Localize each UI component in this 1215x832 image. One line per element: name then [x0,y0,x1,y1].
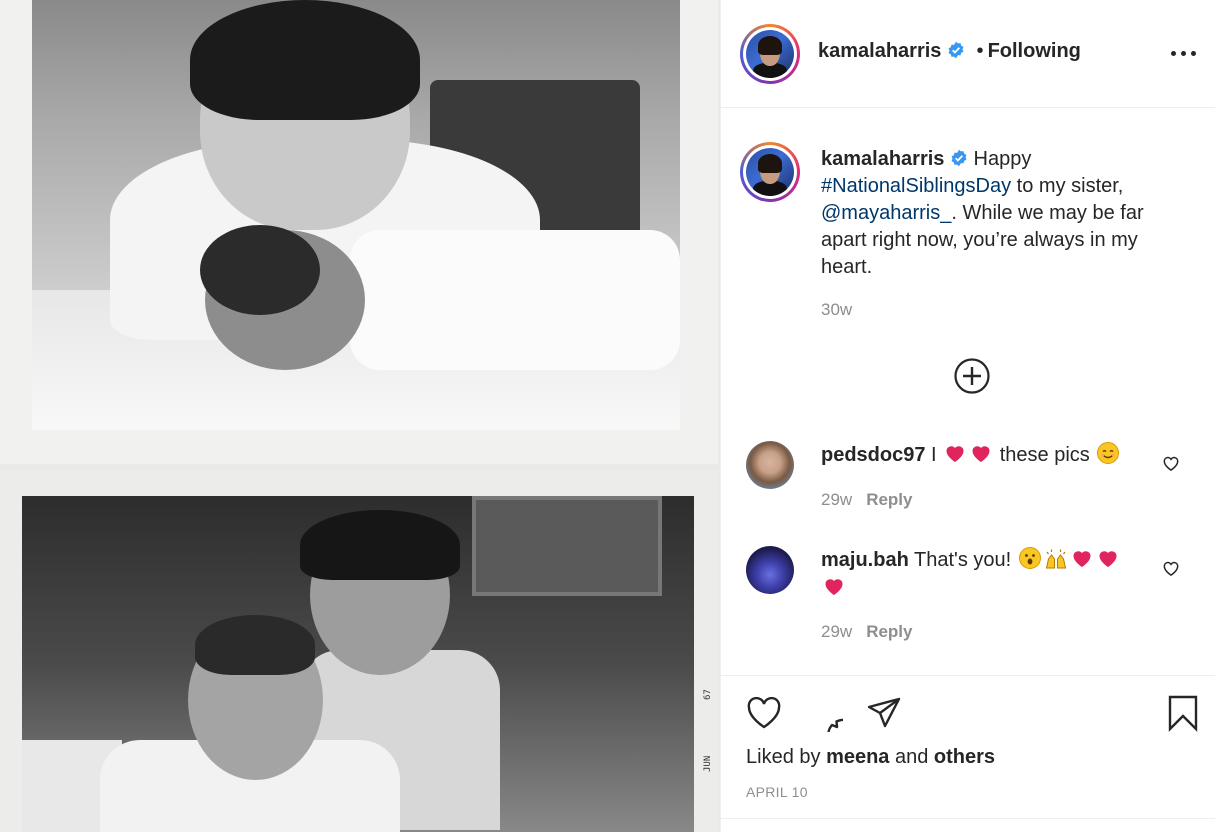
comment-text-after: these pics [994,444,1096,466]
caption-text-before: Happy [967,148,1032,170]
comment-meta: 29w Reply [821,622,912,642]
hashtag-link[interactable]: #NationalSiblingsDay [821,175,1011,197]
commenter-username[interactable]: pedsdoc97 [821,444,925,466]
red-heart-emoji-icon [1073,551,1091,567]
paper-plane-icon[interactable] [865,694,903,732]
mention-link[interactable]: @mayaharris_ [821,202,951,224]
astonished-face-emoji-icon [1018,547,1041,569]
tv-shape [472,496,662,596]
post-header: kamalaharris • Following [721,0,1215,108]
heart-icon[interactable] [745,694,783,732]
commenter-avatar[interactable] [746,546,794,594]
comment-text-before: That's you! [908,549,1017,571]
post-actions: Liked by meena and others APRIL 10 [721,675,1215,820]
commenter-username[interactable]: maju.bah [821,549,909,571]
smiling-face-emoji-icon [1097,442,1120,464]
caption-username[interactable]: kamalaharris [821,148,944,170]
comment-text: pedsdoc97 I these pics [821,441,1151,469]
verified-badge-icon [948,41,964,59]
author-username[interactable]: kamalaharris [818,40,941,62]
post-photo[interactable]: 67 JUN [0,0,720,832]
red-heart-emoji-icon [825,579,843,595]
comment-meta: 29w Reply [821,490,912,510]
commenter-avatar[interactable] [746,441,794,489]
photo-top-frame [0,0,718,464]
red-heart-emoji-icon [946,446,964,462]
caption-text-mid: to my sister, [1011,175,1124,197]
reply-button[interactable]: Reply [866,490,912,509]
following-button[interactable]: Following [988,40,1081,62]
photo-bottom-frame [0,470,718,832]
plus-circle-icon[interactable] [953,357,991,395]
reply-button[interactable]: Reply [866,622,912,641]
bookmark-icon[interactable] [1164,694,1202,732]
separator-dot: • [976,40,984,62]
comment-text: maju.bah That's you! [821,546,1151,602]
film-label-year: 67 [703,689,713,700]
comment-icon[interactable] [805,694,843,732]
caption-text: kamalaharris Happy #NationalSiblingsDay … [821,146,1181,281]
caption-avatar[interactable] [740,142,800,202]
red-heart-emoji-icon [1099,551,1117,567]
post-date[interactable]: APRIL 10 [746,784,808,800]
verified-badge-icon [951,149,967,167]
film-label-month: JUN [703,755,713,772]
red-heart-emoji-icon [972,446,990,462]
heart-icon[interactable] [1161,558,1181,578]
comment-timestamp[interactable]: 29w [821,622,852,641]
liked-by-user[interactable]: meena [826,746,889,768]
liked-by-text: Liked by meena and others [746,746,996,768]
raising-hands-emoji-icon [1045,549,1066,569]
divider [721,818,1215,819]
comment-timestamp[interactable]: 29w [821,490,852,509]
heart-icon[interactable] [1161,453,1181,473]
caption-timestamp[interactable]: 30w [821,300,852,320]
liked-by-others[interactable]: others [934,746,995,768]
author-avatar[interactable] [740,24,800,84]
post-side-panel: kamalaharris • Following kamalaharris Hap… [720,0,1215,832]
comment-text-before: I [925,444,943,466]
header-user-line: kamalaharris • Following [818,40,1081,63]
more-options-icon[interactable] [1169,44,1199,62]
